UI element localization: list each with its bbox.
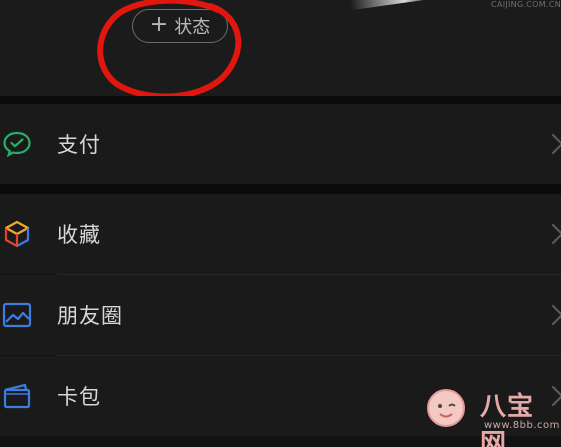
plus-icon: + <box>149 12 169 37</box>
moments-image-icon <box>2 300 32 330</box>
site-watermark: 八宝网 www.8bb.com <box>420 384 560 447</box>
section-divider <box>0 96 561 104</box>
cartoon-face-logo-icon <box>427 389 465 427</box>
wechat-pay-icon <box>2 129 32 159</box>
menu-item-label: 收藏 <box>57 223 101 247</box>
watermark-site: www.8bb.com <box>484 420 560 431</box>
menu-item-favorites[interactable]: 收藏 <box>0 194 561 274</box>
wechat-me-screen: CAIJING.COM.CN + 状态 支付 收藏 朋友圈 卡包 八宝网 www… <box>0 0 561 447</box>
top-watermark: CAIJING.COM.CN <box>491 0 561 9</box>
menu-item-pay[interactable]: 支付 <box>0 104 561 184</box>
card-wallet-icon <box>2 381 32 411</box>
status-button-label: 状态 <box>174 17 211 38</box>
menu-item-label: 朋友圈 <box>57 304 123 328</box>
screen-glare <box>349 0 441 11</box>
section-divider <box>0 184 561 194</box>
chevron-right-icon <box>551 304 561 326</box>
chevron-right-icon <box>551 223 561 245</box>
profile-header: CAIJING.COM.CN + 状态 <box>0 0 561 100</box>
menu-item-label: 卡包 <box>57 385 101 409</box>
watermark-brand: 八宝网 <box>480 392 535 447</box>
menu-item-label: 支付 <box>57 133 101 157</box>
menu-item-moments[interactable]: 朋友圈 <box>0 275 561 355</box>
chevron-right-icon <box>551 133 561 155</box>
favorites-cube-icon <box>2 219 32 249</box>
add-status-button[interactable]: + 状态 <box>132 9 228 43</box>
